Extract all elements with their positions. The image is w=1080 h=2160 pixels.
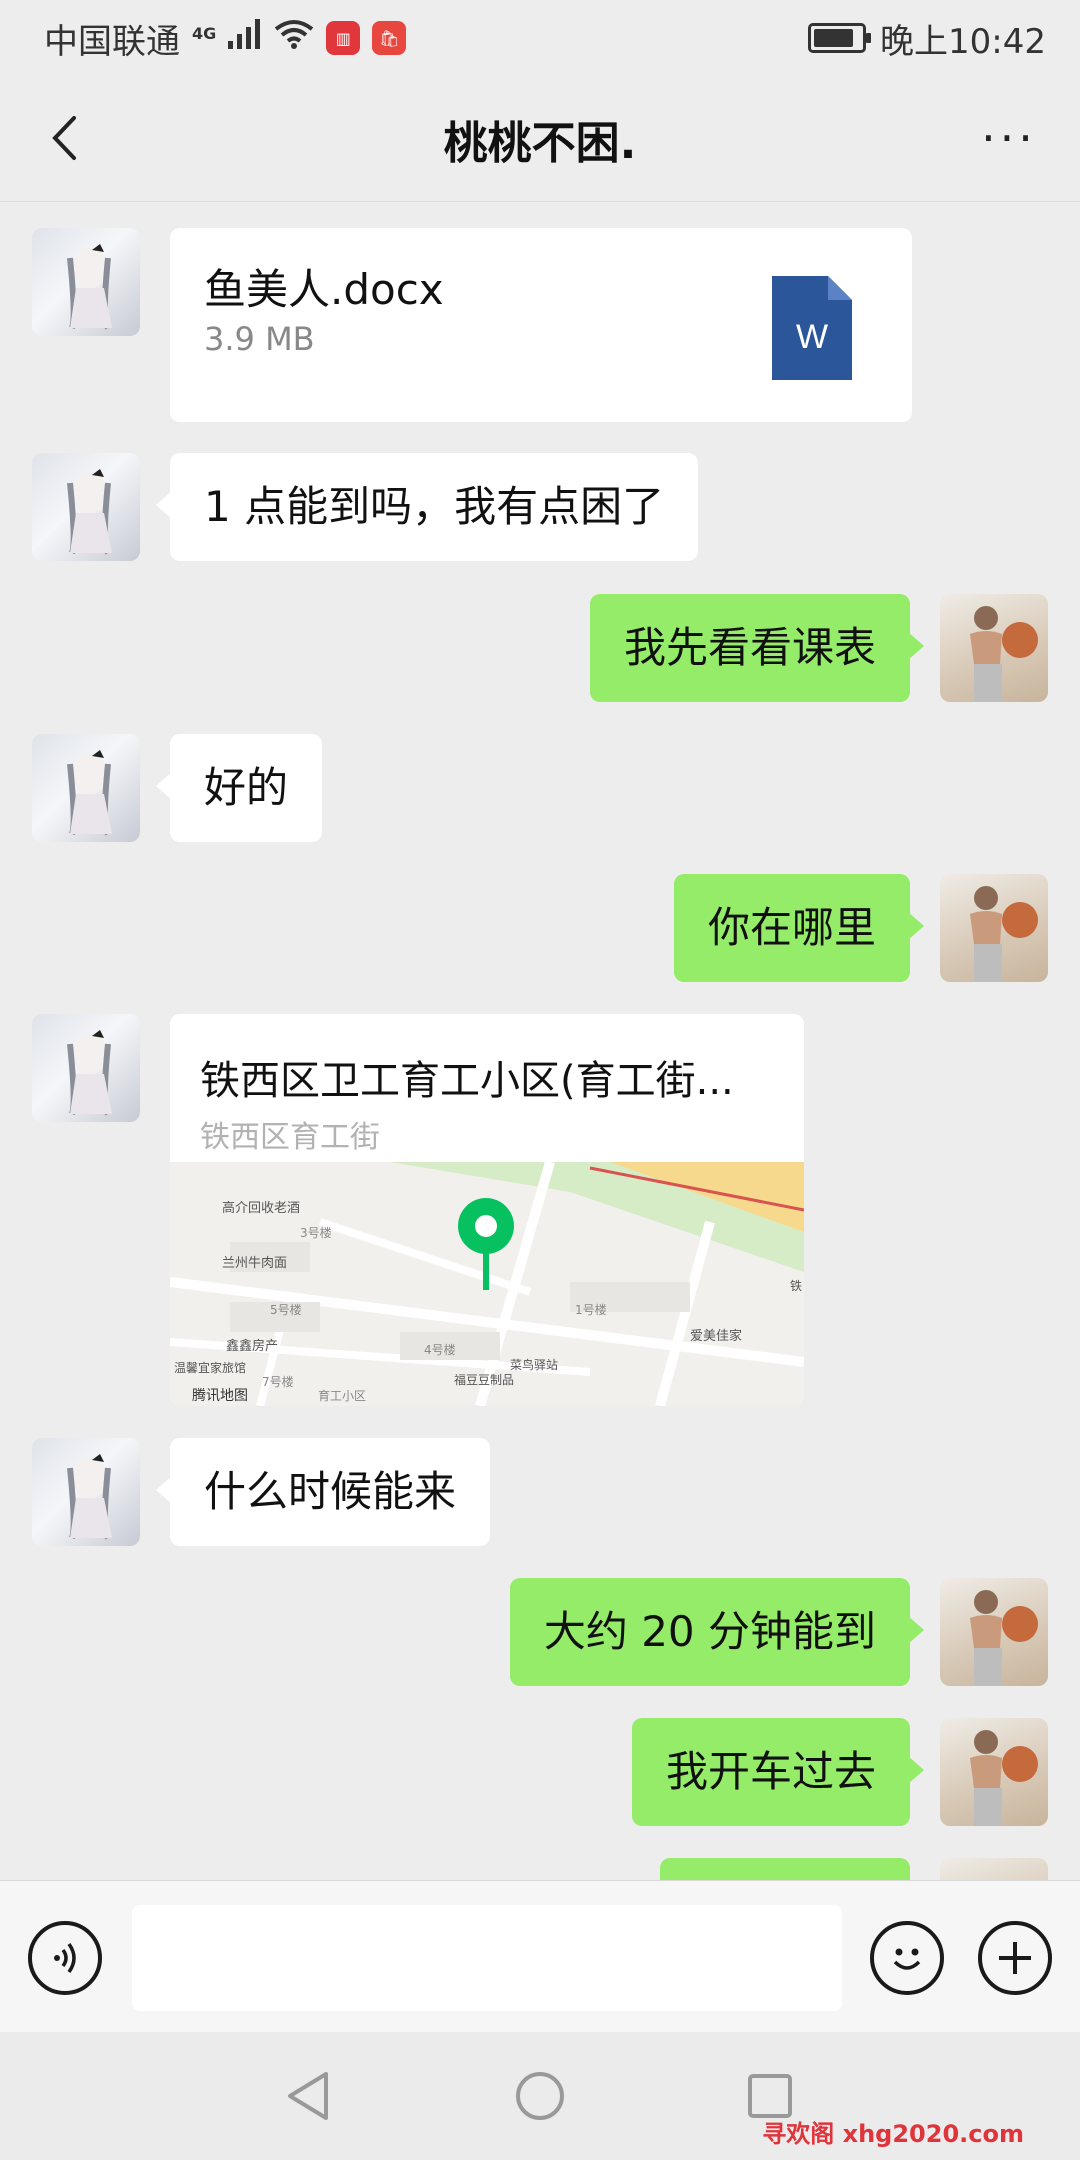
my-avatar[interactable] [940,1858,1048,1880]
contact-avatar[interactable] [32,453,140,561]
map-label: 温馨宜家旅馆 [174,1360,246,1375]
back-chevron-icon[interactable] [36,110,92,166]
map-label: 4号楼 [424,1342,456,1357]
status-bar: 中国联通 4G ▥ 🛍 晚上10:42 [0,0,1080,76]
message-input[interactable] [132,1905,842,2011]
map-label: 5号楼 [270,1302,302,1317]
word-icon-letter: W [796,318,828,356]
file-name: 鱼美人.docx [204,265,444,314]
message-list[interactable]: 鱼美人.docx 3.9 MB W 1 点能到吗，我有点困了 我先看看课表 好的 [0,203,1080,1880]
sent-message[interactable]: 我先看看课表 [589,594,925,702]
my-avatar[interactable] [940,1578,1048,1686]
nav-home-icon[interactable] [512,2068,568,2124]
my-avatar[interactable] [940,874,1048,982]
watermark: 寻欢阁 xhg2020.com [762,2120,1024,2148]
received-message[interactable]: 什么时候能来 [155,1438,491,1546]
chat-header: 桃桃不困. ··· [0,76,1080,202]
map-label: 3号楼 [300,1225,332,1240]
chat-title: 桃桃不困. [443,117,637,169]
wifi-icon [274,18,314,58]
signal-icon [228,18,262,58]
nav-back-icon[interactable] [280,2068,336,2124]
more-options-button[interactable]: ··· [974,110,1044,166]
map-label: 福豆豆制品 [454,1372,514,1387]
map-label: 7号楼 [262,1374,294,1389]
map-label: 菜鸟驿站 [510,1357,558,1372]
map-label: 兰州牛肉面 [222,1256,287,1271]
map-label: 育工小区 [318,1388,366,1403]
reader-app-icon: ▥ [326,21,361,55]
contact-avatar[interactable] [32,1438,140,1546]
emoji-icon[interactable] [870,1921,944,1995]
sent-message[interactable] [660,1858,910,1880]
location-subtitle: 铁西区育工街 [200,1120,380,1155]
received-message[interactable]: 好的 [155,734,323,842]
sent-message[interactable]: 大约 20 分钟能到 [509,1578,925,1686]
sent-message[interactable]: 你在哪里 [673,874,925,982]
battery-icon [808,23,872,53]
status-time: 晚上10:42 [880,21,1046,62]
file-size: 3.9 MB [204,320,315,358]
sent-message[interactable]: 我开车过去 [631,1718,925,1826]
word-document-icon: W [772,276,852,380]
plus-icon[interactable] [978,1921,1052,1995]
my-avatar[interactable] [940,594,1048,702]
map-label: 鑫鑫房产 [226,1338,278,1354]
huawei-store-icon: 🛍 [372,21,407,55]
system-nav-bar: 寻欢阁 xhg2020.com [0,2032,1080,2160]
location-title: 铁西区卫工育工小区(育工街... [200,1058,734,1104]
map-label: 高介回收老酒 [222,1200,300,1216]
voice-icon[interactable] [28,1921,102,1995]
my-avatar[interactable] [940,1718,1048,1826]
contact-avatar[interactable] [32,734,140,842]
contact-avatar[interactable] [32,1014,140,1122]
network-type: 4G [192,23,217,43]
map-attribution: 腾讯地图 [192,1387,248,1404]
map-label: 1号楼 [575,1302,607,1317]
input-bar [0,1880,1080,2032]
map-label: 铁 [790,1279,802,1293]
contact-avatar[interactable] [32,228,140,336]
file-message[interactable]: 鱼美人.docx 3.9 MB W [170,228,912,422]
received-message[interactable]: 1 点能到吗，我有点困了 [155,453,699,561]
location-message[interactable]: 铁西区卫工育工小区(育工街... 铁西区育工街 高介回收老酒 3号楼 兰州牛肉面… [170,1014,804,1406]
carrier-name: 中国联通 [44,21,180,62]
map-label: 爱美佳家 [690,1328,742,1344]
location-map[interactable]: 高介回收老酒 3号楼 兰州牛肉面 5号楼 1号楼 4号楼 爱美佳家 鑫鑫房产 菜… [170,1162,804,1406]
